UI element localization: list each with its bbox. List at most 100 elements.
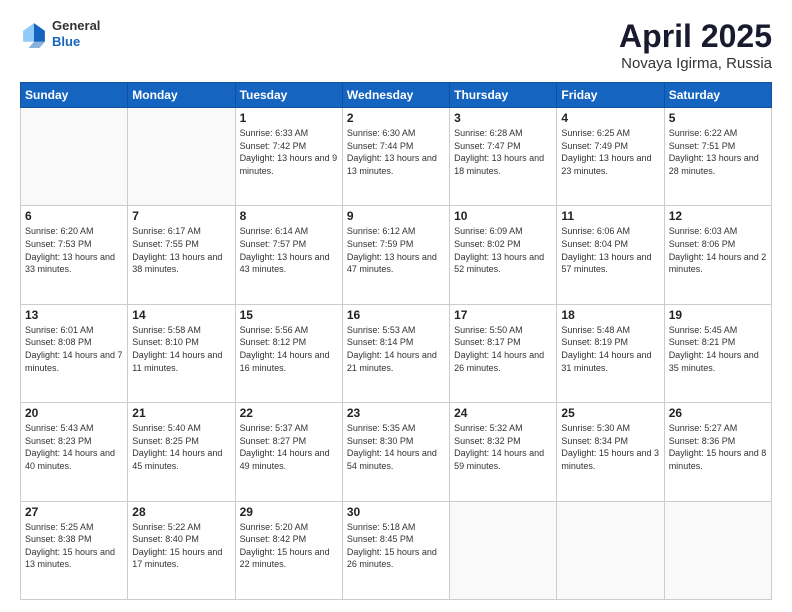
table-row: 10 Sunrise: 6:09 AM Sunset: 8:02 PM Dayli… — [450, 206, 557, 304]
day-number: 25 — [561, 406, 659, 420]
table-row: 1Sunrise: 6:33 AM Sunset: 7:42 PM Daylig… — [235, 108, 342, 206]
calendar-week-row: 6 Sunrise: 6:20 AM Sunset: 7:53 PM Daylig… — [21, 206, 772, 304]
table-row: 13 Sunrise: 6:01 AM Sunset: 8:08 PM Dayli… — [21, 304, 128, 402]
day-info: Sunrise: 5:58 AM Sunset: 8:10 PM Dayligh… — [132, 324, 230, 374]
day-info: Sunrise: 5:53 AM Sunset: 8:14 PM Dayligh… — [347, 324, 445, 374]
day-info: Sunrise: 5:37 AM Sunset: 8:27 PM Dayligh… — [240, 422, 338, 472]
day-number: 21 — [132, 406, 230, 420]
day-info: Sunrise: 6:03 AM Sunset: 8:06 PM Dayligh… — [669, 225, 767, 275]
day-info: Sunrise: 6:01 AM Sunset: 8:08 PM Dayligh… — [25, 324, 123, 374]
day-number: 3 — [454, 111, 552, 125]
day-info: Sunrise: 5:20 AM Sunset: 8:42 PM Dayligh… — [240, 521, 338, 571]
logo: General Blue — [20, 18, 100, 49]
day-number: 5 — [669, 111, 767, 125]
day-info: Sunrise: 5:45 AM Sunset: 8:21 PM Dayligh… — [669, 324, 767, 374]
day-info: Sunrise: 5:50 AM Sunset: 8:17 PM Dayligh… — [454, 324, 552, 374]
table-row: 17 Sunrise: 5:50 AM Sunset: 8:17 PM Dayli… — [450, 304, 557, 402]
day-number: 23 — [347, 406, 445, 420]
day-info: Sunrise: 6:09 AM Sunset: 8:02 PM Dayligh… — [454, 225, 552, 275]
day-number: 20 — [25, 406, 123, 420]
table-row: 29 Sunrise: 5:20 AM Sunset: 8:42 PM Dayli… — [235, 501, 342, 599]
day-number: 15 — [240, 308, 338, 322]
day-info: Sunrise: 5:30 AM Sunset: 8:34 PM Dayligh… — [561, 422, 659, 472]
table-row: 8 Sunrise: 6:14 AM Sunset: 7:57 PM Daylig… — [235, 206, 342, 304]
table-row: 27 Sunrise: 5:25 AM Sunset: 8:38 PM Dayli… — [21, 501, 128, 599]
calendar-table: Sunday Monday Tuesday Wednesday Thursday… — [20, 82, 772, 600]
table-row: 22 Sunrise: 5:37 AM Sunset: 8:27 PM Dayli… — [235, 403, 342, 501]
day-info: Sunrise: 6:14 AM Sunset: 7:57 PM Dayligh… — [240, 225, 338, 275]
day-info: Sunrise: 5:18 AM Sunset: 8:45 PM Dayligh… — [347, 521, 445, 571]
day-info: Sunrise: 5:27 AM Sunset: 8:36 PM Dayligh… — [669, 422, 767, 472]
table-row: 9Sunrise: 6:12 AM Sunset: 7:59 PM Daylig… — [342, 206, 449, 304]
day-info: Sunrise: 5:35 AM Sunset: 8:30 PM Dayligh… — [347, 422, 445, 472]
day-number: 18 — [561, 308, 659, 322]
day-number: 10 — [454, 209, 552, 223]
day-number: 6 — [25, 209, 123, 223]
day-info: Sunrise: 6:28 AM Sunset: 7:47 PM Dayligh… — [454, 127, 552, 177]
table-row: 23 Sunrise: 5:35 AM Sunset: 8:30 PM Dayli… — [342, 403, 449, 501]
table-row: 24 Sunrise: 5:32 AM Sunset: 8:32 PM Dayli… — [450, 403, 557, 501]
day-number: 14 — [132, 308, 230, 322]
table-row: 2 Sunrise: 6:30 AM Sunset: 7:44 PM Daylig… — [342, 108, 449, 206]
day-info: Sunrise: 6:12 AM Sunset: 7:59 PM Dayligh… — [347, 225, 445, 275]
table-row: 20 Sunrise: 5:43 AM Sunset: 8:23 PM Dayli… — [21, 403, 128, 501]
day-number: 2 — [347, 111, 445, 125]
day-number: 27 — [25, 505, 123, 519]
table-row: 6 Sunrise: 6:20 AM Sunset: 7:53 PM Daylig… — [21, 206, 128, 304]
day-info: Sunrise: 5:25 AM Sunset: 8:38 PM Dayligh… — [25, 521, 123, 571]
table-row: 3 Sunrise: 6:28 AM Sunset: 7:47 PM Daylig… — [450, 108, 557, 206]
day-number: 8 — [240, 209, 338, 223]
title-month: April 2025 — [619, 18, 772, 55]
table-row: 15Sunrise: 5:56 AM Sunset: 8:12 PM Dayli… — [235, 304, 342, 402]
table-row: 25 Sunrise: 5:30 AM Sunset: 8:34 PM Dayli… — [557, 403, 664, 501]
table-row: 4Sunrise: 6:25 AM Sunset: 7:49 PM Daylig… — [557, 108, 664, 206]
day-number: 12 — [669, 209, 767, 223]
table-row — [450, 501, 557, 599]
day-number: 17 — [454, 308, 552, 322]
day-info: Sunrise: 5:48 AM Sunset: 8:19 PM Dayligh… — [561, 324, 659, 374]
calendar-week-row: 1Sunrise: 6:33 AM Sunset: 7:42 PM Daylig… — [21, 108, 772, 206]
day-number: 19 — [669, 308, 767, 322]
day-info: Sunrise: 5:43 AM Sunset: 8:23 PM Dayligh… — [25, 422, 123, 472]
table-row: 26Sunrise: 5:27 AM Sunset: 8:36 PM Dayli… — [664, 403, 771, 501]
col-monday: Monday — [128, 83, 235, 108]
header: General Blue April 2025 Novaya Igirma, R… — [20, 18, 772, 72]
day-number: 11 — [561, 209, 659, 223]
table-row: 16 Sunrise: 5:53 AM Sunset: 8:14 PM Dayli… — [342, 304, 449, 402]
table-row: 28 Sunrise: 5:22 AM Sunset: 8:40 PM Dayli… — [128, 501, 235, 599]
table-row: 5 Sunrise: 6:22 AM Sunset: 7:51 PM Daylig… — [664, 108, 771, 206]
table-row: 18 Sunrise: 5:48 AM Sunset: 8:19 PM Dayli… — [557, 304, 664, 402]
day-number: 30 — [347, 505, 445, 519]
day-info: Sunrise: 6:22 AM Sunset: 7:51 PM Dayligh… — [669, 127, 767, 177]
day-number: 13 — [25, 308, 123, 322]
day-number: 7 — [132, 209, 230, 223]
day-info: Sunrise: 5:32 AM Sunset: 8:32 PM Dayligh… — [454, 422, 552, 472]
table-row — [664, 501, 771, 599]
day-info: Sunrise: 6:17 AM Sunset: 7:55 PM Dayligh… — [132, 225, 230, 275]
calendar-week-row: 20 Sunrise: 5:43 AM Sunset: 8:23 PM Dayli… — [21, 403, 772, 501]
table-row — [21, 108, 128, 206]
day-number: 22 — [240, 406, 338, 420]
day-info: Sunrise: 6:30 AM Sunset: 7:44 PM Dayligh… — [347, 127, 445, 177]
table-row: 21Sunrise: 5:40 AM Sunset: 8:25 PM Dayli… — [128, 403, 235, 501]
logo-general-text: General — [52, 18, 100, 34]
day-info: Sunrise: 6:25 AM Sunset: 7:49 PM Dayligh… — [561, 127, 659, 177]
day-info: Sunrise: 5:22 AM Sunset: 8:40 PM Dayligh… — [132, 521, 230, 571]
day-number: 29 — [240, 505, 338, 519]
col-saturday: Saturday — [664, 83, 771, 108]
col-friday: Friday — [557, 83, 664, 108]
title-block: April 2025 Novaya Igirma, Russia — [619, 18, 772, 72]
table-row — [557, 501, 664, 599]
table-row: 19 Sunrise: 5:45 AM Sunset: 8:21 PM Dayli… — [664, 304, 771, 402]
logo-blue-text: Blue — [52, 34, 100, 50]
day-number: 28 — [132, 505, 230, 519]
day-number: 16 — [347, 308, 445, 322]
day-info: Sunrise: 6:20 AM Sunset: 7:53 PM Dayligh… — [25, 225, 123, 275]
table-row: 7 Sunrise: 6:17 AM Sunset: 7:55 PM Daylig… — [128, 206, 235, 304]
table-row: 11Sunrise: 6:06 AM Sunset: 8:04 PM Dayli… — [557, 206, 664, 304]
day-number: 1 — [240, 111, 338, 125]
table-row: 12 Sunrise: 6:03 AM Sunset: 8:06 PM Dayli… — [664, 206, 771, 304]
day-number: 24 — [454, 406, 552, 420]
table-row: 14 Sunrise: 5:58 AM Sunset: 8:10 PM Dayli… — [128, 304, 235, 402]
logo-icon — [20, 20, 48, 48]
